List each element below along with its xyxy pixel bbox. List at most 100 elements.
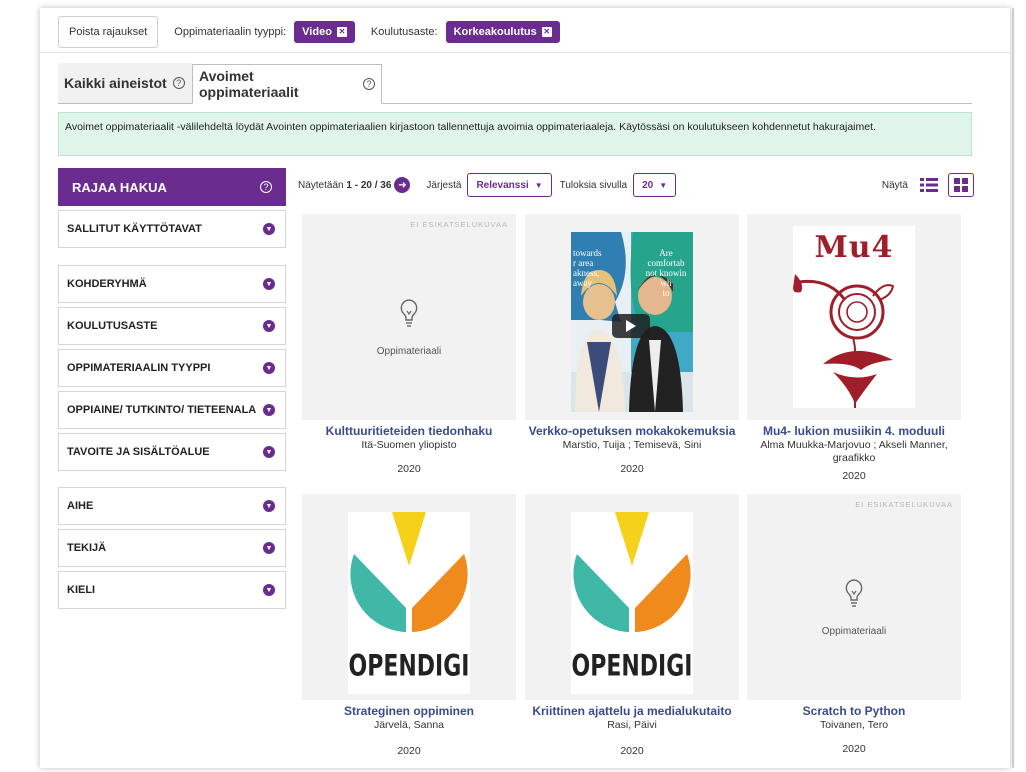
frame-edge (1012, 8, 1014, 768)
next-page-icon[interactable]: ➜ (394, 177, 411, 193)
facet-education-level[interactable]: KOULUTUSASTE ▼ (58, 307, 286, 345)
facet-goal[interactable]: TAVOITE JA SISÄLTÖALUE ▼ (58, 433, 286, 471)
result-author: Alma Muukka-Marjovuo ; Akseli Manner, gr… (760, 439, 948, 464)
per-page-label: Tuloksia sivulla (559, 179, 628, 191)
facet-label: KIELI (67, 584, 96, 596)
facet-label: OPPIAINE/ TUTKINTO/ TIETEENALA (67, 404, 257, 416)
sort-select[interactable]: Relevanssi ▼ (467, 173, 552, 197)
play-button[interactable] (612, 314, 650, 338)
view-label: Näytä (881, 179, 908, 191)
result-title[interactable]: Scratch to Python (747, 704, 961, 718)
results-separator: / (374, 179, 378, 191)
chevron-down-icon: ▼ (263, 446, 275, 458)
result-thumbnail[interactable]: EI ESIKATSELUKUVAA Oppimateriaali (747, 494, 961, 700)
filter-label-type: Oppimateriaalin tyyppi: (174, 26, 287, 38)
facet-topic[interactable]: AIHE ▼ (58, 487, 286, 525)
facet-language[interactable]: KIELI ▼ (58, 571, 286, 609)
filter-chip-label: Video (302, 26, 332, 38)
tab-label: Kaikki aineistot (64, 75, 167, 91)
result-title[interactable]: Mu4- lukion musiikin 4. moduuli (747, 424, 961, 438)
results-toolbar: Näytetään 1 - 20 / 36 ➜ Järjestä Relevan… (298, 172, 974, 198)
help-icon[interactable]: ? (172, 77, 185, 89)
results-range: 1 - 20 (346, 179, 372, 191)
tab-bar: Kaikki aineistot ? Avoimet oppimateriaal… (58, 63, 972, 104)
chevron-down-icon: ▼ (263, 362, 275, 374)
per-page-select[interactable]: 20 ▼ (633, 173, 677, 197)
opendigi-logo-text: OPENDIGI (571, 650, 693, 684)
facet-material-type[interactable]: OPPIMATERIAALIN TYYPPI ▼ (58, 349, 286, 387)
list-view-button[interactable] (916, 173, 942, 197)
filter-chip-level[interactable]: Korkeakoulutus ✕ (445, 21, 560, 43)
help-icon[interactable]: ? (363, 78, 375, 90)
facet-label: AIHE (67, 500, 94, 512)
opendigi-logo-mark (350, 512, 468, 632)
chevron-down-icon: ▼ (263, 278, 275, 290)
clear-filters-button[interactable]: Poista rajaukset (58, 16, 159, 48)
no-preview-label: EI ESIKATSELUKUVAA (410, 220, 508, 229)
result-thumbnail[interactable]: OPENDIGI (302, 494, 516, 700)
facet-target-group[interactable]: KOHDERYHMÄ ▼ (58, 265, 286, 303)
result-title[interactable]: Strateginen oppiminen (302, 704, 516, 718)
facet-author[interactable]: TEKIJÄ ▼ (58, 529, 286, 567)
result-thumbnail[interactable]: Mu4 (747, 214, 961, 420)
grid-view-button[interactable] (948, 173, 974, 197)
filter-chip-label: Korkeakoulutus (453, 26, 537, 38)
facet-subject[interactable]: OPPIAINE/ TUTKINTO/ TIETEENALA ▼ (58, 391, 286, 429)
opendigi-cover: OPENDIGI (348, 512, 470, 694)
facet-label: SALLITUT KÄYTTÖTAVAT (67, 223, 202, 235)
opendigi-logo-text: OPENDIGI (348, 650, 470, 684)
lightbulb-icon (845, 579, 863, 607)
result-card[interactable]: Mu4 Mu4- lukion musiikin 4. moduuli Alma… (747, 214, 961, 490)
caret-down-icon: ▼ (534, 180, 543, 190)
result-author: Toivanen, Tero (819, 719, 889, 731)
mu4-cover: Mu4 (793, 226, 915, 408)
facet-allowed-uses[interactable]: SALLITUT KÄYTTÖTAVAT ▼ (58, 210, 286, 248)
placeholder-label: Oppimateriaali (821, 626, 887, 637)
result-card[interactable]: EI ESIKATSELUKUVAA Oppimateriaali Scratc… (747, 494, 961, 770)
filter-chip-type[interactable]: Video ✕ (294, 21, 355, 43)
tab-label: Avoimet oppimateriaalit (199, 68, 299, 100)
remove-filter-icon[interactable]: ✕ (336, 27, 347, 37)
tab-open-materials[interactable]: Avoimet oppimateriaalit ? (192, 64, 382, 104)
chevron-down-icon: ▼ (263, 223, 275, 235)
info-banner: Avoimet oppimateriaalit -välilehdeltä lö… (58, 112, 972, 156)
result-card[interactable]: OPENDIGI Kriittinen ajattelu ja medialuk… (525, 494, 739, 770)
result-year: 2020 (397, 463, 421, 475)
result-title[interactable]: Verkko-opetuksen mokakokemuksia (525, 424, 739, 438)
result-thumbnail[interactable]: OPENDIGI (525, 494, 739, 700)
chevron-down-icon: ▼ (263, 542, 275, 554)
per-page-value: 20 (642, 179, 654, 191)
result-author: Itä-Suomen yliopisto (361, 439, 457, 451)
grid-view-icon (954, 178, 968, 192)
result-year: 2020 (620, 463, 644, 475)
result-title[interactable]: Kriittinen ajattelu ja medialukutaito (525, 704, 739, 718)
remove-filter-icon[interactable]: ✕ (541, 27, 552, 37)
result-card[interactable]: EI ESIKATSELUKUVAA Oppimateriaali Kulttu… (302, 214, 516, 490)
help-icon[interactable]: ? (260, 181, 272, 193)
tab-all-materials[interactable]: Kaikki aineistot ? (58, 63, 192, 103)
results-count: Näytetään 1 - 20 / 36 (298, 180, 391, 191)
lightbulb-icon (400, 299, 418, 327)
facet-label: TEKIJÄ (67, 542, 107, 554)
facet-label: OPPIMATERIAALIN TYYPPI (67, 362, 211, 374)
french-horn-illustration (793, 274, 895, 408)
opendigi-logo-mark (573, 512, 691, 632)
refine-search-title: RAJAA HAKUA (72, 179, 167, 195)
result-thumbnail[interactable]: EI ESIKATSELUKUVAA Oppimateriaali (302, 214, 516, 420)
facet-label: TAVOITE JA SISÄLTÖALUE (67, 446, 210, 458)
facet-label: KOULUTUSASTE (67, 320, 158, 332)
list-view-icon (920, 178, 938, 192)
result-card[interactable]: towards r area akness, away Are comforta… (525, 214, 739, 490)
active-filters-bar: Poista rajaukset Oppimateriaalin tyyppi:… (58, 16, 560, 48)
result-thumbnail[interactable]: towards r area akness, away Are comforta… (525, 214, 739, 420)
result-title[interactable]: Kulttuuritieteiden tiedonhaku (302, 424, 516, 438)
refine-search-header[interactable]: RAJAA HAKUA ? (58, 168, 286, 206)
results-count-prefix: Näytetään (298, 179, 344, 191)
results-total: 36 (380, 179, 392, 191)
video-overlay-text-right: Are comfortab not knowin wh to (645, 248, 687, 298)
result-card[interactable]: OPENDIGI Strateginen oppiminen Järvelä, … (302, 494, 516, 770)
result-year: 2020 (397, 745, 421, 757)
chevron-down-icon: ▼ (263, 500, 275, 512)
divider (40, 52, 1010, 53)
facet-label: KOHDERYHMÄ (67, 278, 147, 290)
